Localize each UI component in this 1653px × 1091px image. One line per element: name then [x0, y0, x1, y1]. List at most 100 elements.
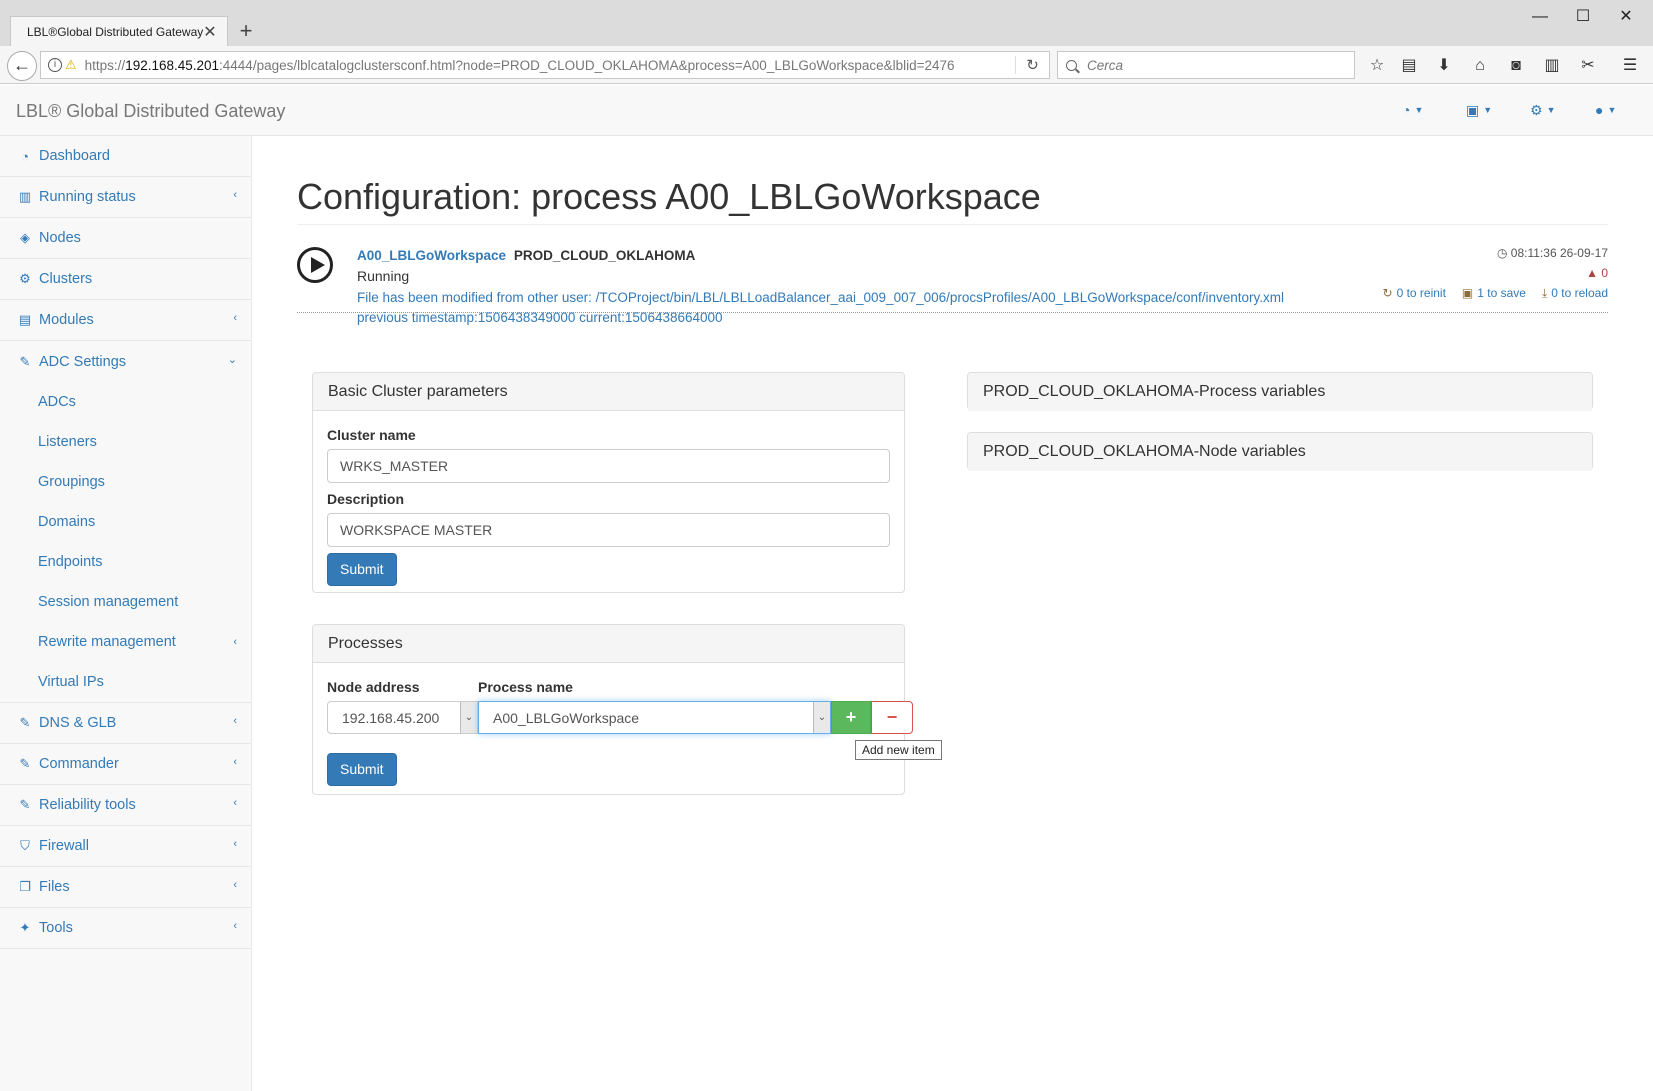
sidebar-subitem-endpoints[interactable]: Endpoints [0, 542, 251, 582]
node-variables-panel[interactable]: PROD_CLOUD_OKLAHOMA-Node variables [967, 432, 1593, 471]
minimize-icon[interactable]: — [1520, 6, 1560, 28]
sidebar-item-label: Tools [39, 920, 73, 936]
add-item-button[interactable]: + [831, 701, 871, 734]
process-name-value: A00_LBLGoWorkspace [493, 709, 640, 726]
sidebar-item-label: Commander [39, 756, 119, 772]
panel-heading: PROD_CLOUD_OKLAHOMA-Node variables [968, 433, 1592, 471]
warning-icon: ▲ [1586, 266, 1598, 280]
description-label: Description [327, 491, 405, 507]
chevron-left-icon: ‹ [233, 920, 237, 932]
sidebar-subitem-session-management[interactable]: Session management [0, 582, 251, 622]
remove-item-button[interactable]: − [871, 701, 913, 734]
sidebar-item-label: Modules [39, 312, 94, 328]
download-icon[interactable]: ⬇ [1433, 55, 1455, 77]
screenshot-icon[interactable]: ✂ [1577, 55, 1599, 77]
sidebar-subitem-listeners[interactable]: Listeners [0, 422, 251, 462]
sidebar-item-nodes[interactable]: ◈ Nodes [0, 218, 251, 259]
reload-link[interactable]: ⤓ 0 to reload [1542, 286, 1608, 301]
main-content: Configuration: process A00_LBLGoWorkspac… [253, 136, 1653, 1091]
extension-icon[interactable]: ▥ [1541, 55, 1563, 77]
sidebar-item-reliability-tools[interactable]: ✎ Reliability tools ‹ [0, 785, 251, 826]
process-name-link[interactable]: A00_LBLGoWorkspace [357, 248, 506, 263]
browser-navbar: ← i ⚠ https://192.168.45.201:4444/pages/… [0, 46, 1653, 84]
user-menu-dropdown[interactable]: ● ▼ [1595, 102, 1616, 118]
sidebar-item-adc-settings[interactable]: ✎ ADC Settings ⌄ [0, 341, 251, 382]
sidebar-item-modules[interactable]: ▤ Modules ‹ [0, 300, 251, 341]
process-timestamp: ◷ 08:11:36 26-09-17 [1497, 246, 1608, 260]
process-variables-panel[interactable]: PROD_CLOUD_OKLAHOMA-Process variables [967, 372, 1593, 411]
sidebar: ◔ Dashboard ▥ Running status ‹ ◈ Nodes ⚙… [0, 136, 252, 1091]
submit-processes-button[interactable]: Submit [327, 753, 397, 786]
warnings-count-text: 0 [1601, 266, 1608, 280]
sidebar-item-dashboard[interactable]: ◔ Dashboard [0, 136, 251, 177]
sidebar-item-label: Running status [39, 189, 136, 205]
sidebar-subitem-virtual-ips[interactable]: Virtual IPs [0, 662, 251, 702]
gear-icon: ⚙ [1530, 102, 1543, 118]
description-input[interactable] [327, 513, 890, 547]
address-bar[interactable]: i ⚠ https://192.168.45.201:4444/pages/lb… [40, 51, 1050, 79]
back-arrow-icon[interactable]: ← [7, 51, 37, 81]
chevron-left-icon: ‹ [233, 636, 237, 648]
sidebar-item-label: Files [39, 879, 70, 895]
sidebar-item-tools[interactable]: ✦ Tools ‹ [0, 908, 251, 949]
process-name-select[interactable]: A00_LBLGoWorkspace ⌄ [478, 701, 831, 734]
panel-heading: Basic Cluster parameters [313, 373, 904, 411]
chevron-down-icon: ⌄ [460, 702, 477, 733]
edit-icon: ✎ [19, 353, 31, 369]
new-tab-icon[interactable]: + [236, 20, 256, 42]
pocket-icon[interactable]: ◙ [1505, 55, 1527, 77]
warnings-count[interactable]: ▲ 0 [1586, 266, 1608, 280]
search-icon [1066, 59, 1077, 71]
save-menu-dropdown[interactable]: ▣ ▼ [1466, 102, 1492, 119]
sidebar-item-label: Nodes [39, 230, 81, 246]
caret-down-icon: ▼ [1607, 105, 1617, 115]
close-tab-icon[interactable]: ✕ [203, 22, 217, 42]
caret-down-icon: ▼ [1546, 105, 1556, 115]
brand-title[interactable]: LBL® Global Distributed Gateway [16, 101, 285, 122]
sidebar-item-firewall[interactable]: ⛉ Firewall ‹ [0, 826, 251, 867]
sidebar-item-commander[interactable]: ✎ Commander ‹ [0, 744, 251, 785]
sidebar-item-dns-glb[interactable]: ✎ DNS & GLB ‹ [0, 703, 251, 744]
sidebar-item-clusters[interactable]: ⚙ Clusters [0, 259, 251, 300]
home-icon[interactable]: ⌂ [1469, 55, 1491, 77]
search-input[interactable]: Cerca [1057, 51, 1355, 79]
url-text[interactable]: https://192.168.45.201:4444/pages/lblcat… [85, 58, 1015, 73]
dashboard-menu-dropdown[interactable]: ◔ ▼ [1402, 102, 1423, 118]
refresh-icon: ↻ [1382, 286, 1393, 300]
process-header: A00_LBLGoWorkspace PROD_CLOUD_OKLAHOMA [357, 248, 695, 263]
play-circle-icon[interactable] [297, 247, 333, 283]
url-host: 192.168.45.201 [125, 57, 220, 73]
info-icon[interactable]: i [48, 58, 62, 72]
sidebar-item-label: Firewall [39, 838, 89, 854]
process-message: File has been modified from other user: … [357, 288, 1357, 328]
save-link[interactable]: ▣ 1 to save [1462, 286, 1526, 301]
browser-tab[interactable]: LBL®Global Distributed Gateway ✕ [10, 16, 228, 46]
bookmark-star-icon[interactable]: ☆ [1366, 55, 1388, 77]
reload-icon[interactable]: ↻ [1015, 56, 1049, 74]
warning-lock-icon[interactable]: ⚠ [65, 57, 77, 73]
cluster-name-input[interactable] [327, 449, 890, 483]
shield-icon: ⛉ [20, 838, 30, 853]
menu-icon[interactable]: ☰ [1619, 55, 1641, 77]
sidebar-subitem-rewrite-management[interactable]: Rewrite management ‹ [0, 622, 251, 662]
sidebar-subitem-domains[interactable]: Domains [0, 502, 251, 542]
maximize-icon[interactable]: ☐ [1563, 6, 1603, 28]
process-message-line2: previous timestamp:1506438349000 current… [357, 310, 723, 325]
edit-icon: ✎ [19, 756, 31, 771]
sidebar-item-files[interactable]: ❐ Files ‹ [0, 867, 251, 908]
close-window-icon[interactable]: ✕ [1606, 6, 1646, 28]
adc-settings-submenu: ADCs Listeners Groupings Domains Endpoin… [0, 382, 251, 703]
processes-panel: Processes Node address Process name 192.… [312, 624, 913, 795]
submit-basic-button[interactable]: Submit [327, 553, 397, 586]
sidebar-subitem-adcs[interactable]: ADCs [0, 382, 251, 422]
node-address-select[interactable]: 192.168.45.200 ⌄ [327, 701, 478, 734]
sidebar-subitem-groupings[interactable]: Groupings [0, 462, 251, 502]
floppy-icon: ▣ [1466, 102, 1480, 118]
reinit-link[interactable]: ↻ 0 to reinit [1383, 286, 1446, 301]
sidebar-item-running-status[interactable]: ▥ Running status ‹ [0, 177, 251, 218]
settings-menu-dropdown[interactable]: ⚙ ▼ [1530, 102, 1555, 119]
cube-icon: ◈ [20, 230, 30, 245]
reading-list-icon[interactable]: ▤ [1398, 55, 1420, 77]
basic-cluster-panel: Basic Cluster parameters Cluster name De… [312, 372, 905, 593]
reload-text: 0 to reload [1551, 286, 1608, 300]
